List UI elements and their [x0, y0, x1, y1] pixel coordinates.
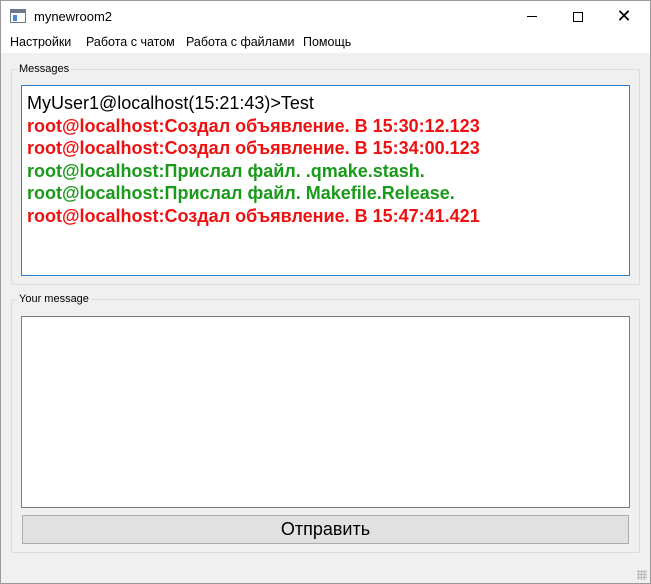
resize-grip[interactable] — [637, 570, 647, 580]
menu-chat[interactable]: Работа с чатом — [86, 35, 175, 49]
menu-settings[interactable]: Настройки — [10, 35, 71, 49]
message-line: root@localhost:Прислал файл. Makefile.Re… — [27, 183, 455, 203]
maximize-icon — [573, 11, 583, 22]
message-input[interactable] — [21, 316, 630, 508]
your-message-group-title: Your message — [17, 293, 91, 305]
close-icon: ✕ — [616, 5, 632, 27]
message-line: root@localhost:Создал объявление. В 15:4… — [27, 205, 480, 226]
app-window-icon — [10, 9, 26, 23]
main-window: mynewroom2 ✕ Настройки Работа с чатом Ра… — [0, 0, 651, 584]
messages-group-title: Messages — [17, 63, 72, 75]
minimize-icon — [527, 16, 537, 17]
message-line: root@localhost:Создал объявление. В 15:3… — [27, 115, 480, 136]
message-line: root@localhost:Прислал файл. .qmake.stas… — [27, 160, 425, 181]
message-line: MyUser1@localhost(15:21:43)>Test — [27, 93, 314, 113]
messages-view[interactable]: MyUser1@localhost(15:21:43)>Test root@loc… — [21, 85, 630, 276]
menu-bar: Настройки Работа с чатом Работа с файлам… — [1, 32, 650, 53]
menu-help[interactable]: Помощь — [303, 35, 351, 49]
maximize-button[interactable] — [555, 1, 601, 32]
menu-files[interactable]: Работа с файлами — [186, 35, 294, 49]
window-title: mynewroom2 — [34, 9, 113, 24]
close-button[interactable]: ✕ — [601, 1, 647, 32]
message-line: root@localhost:Создал объявление. В 15:3… — [27, 138, 480, 158]
minimize-button[interactable] — [509, 1, 555, 32]
title-bar[interactable]: mynewroom2 ✕ — [1, 1, 650, 32]
send-button[interactable]: Отправить — [22, 515, 629, 544]
